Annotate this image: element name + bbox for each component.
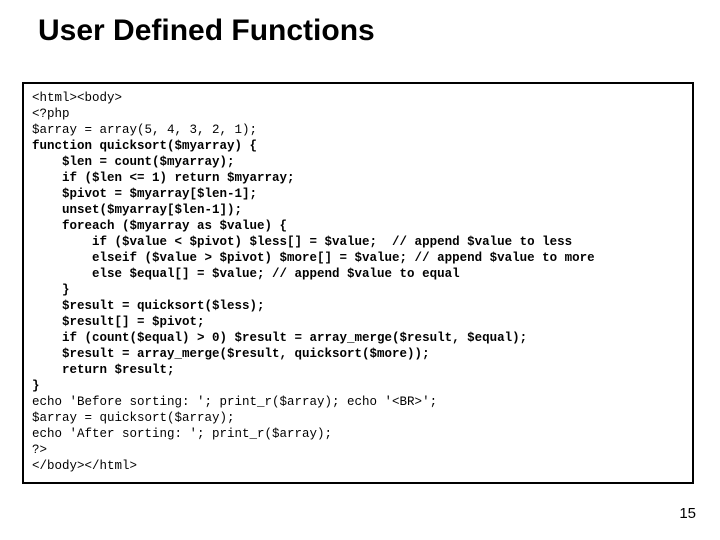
- code-line: ?>: [32, 443, 47, 457]
- code-line: }: [32, 379, 40, 393]
- code-line: $array = quicksort($array);: [32, 411, 235, 425]
- code-line: <html><body>: [32, 91, 122, 105]
- page-title: User Defined Functions: [38, 14, 375, 48]
- code-line: if ($value < $pivot) $less[] = $value; /…: [32, 235, 572, 249]
- code-line: if (count($equal) > 0) $result = array_m…: [32, 331, 527, 345]
- code-line: unset($myarray[$len-1]);: [32, 203, 242, 217]
- code-box: <html><body> <?php $array = array(5, 4, …: [22, 82, 694, 484]
- code-line: $result = quicksort($less);: [32, 299, 265, 313]
- code-line: elseif ($value > $pivot) $more[] = $valu…: [32, 251, 595, 265]
- code-line: echo 'After sorting: '; print_r($array);: [32, 427, 332, 441]
- code-line: foreach ($myarray as $value) {: [32, 219, 287, 233]
- code-line: <?php: [32, 107, 70, 121]
- code-line: $len = count($myarray);: [32, 155, 235, 169]
- code-block: <html><body> <?php $array = array(5, 4, …: [32, 90, 684, 474]
- code-line: $result = array_merge($result, quicksort…: [32, 347, 430, 361]
- code-line: echo 'Before sorting: '; print_r($array)…: [32, 395, 437, 409]
- code-line: </body></html>: [32, 459, 137, 473]
- code-line: else $equal[] = $value; // append $value…: [32, 267, 460, 281]
- code-line: $pivot = $myarray[$len-1];: [32, 187, 257, 201]
- code-line: return $result;: [32, 363, 175, 377]
- page-number: 15: [679, 505, 696, 522]
- code-line: $result[] = $pivot;: [32, 315, 205, 329]
- code-line: $array = array(5, 4, 3, 2, 1);: [32, 123, 257, 137]
- code-line: }: [32, 283, 70, 297]
- code-line: if ($len <= 1) return $myarray;: [32, 171, 295, 185]
- code-line: function quicksort($myarray) {: [32, 139, 257, 153]
- slide: User Defined Functions <html><body> <?ph…: [0, 0, 720, 540]
